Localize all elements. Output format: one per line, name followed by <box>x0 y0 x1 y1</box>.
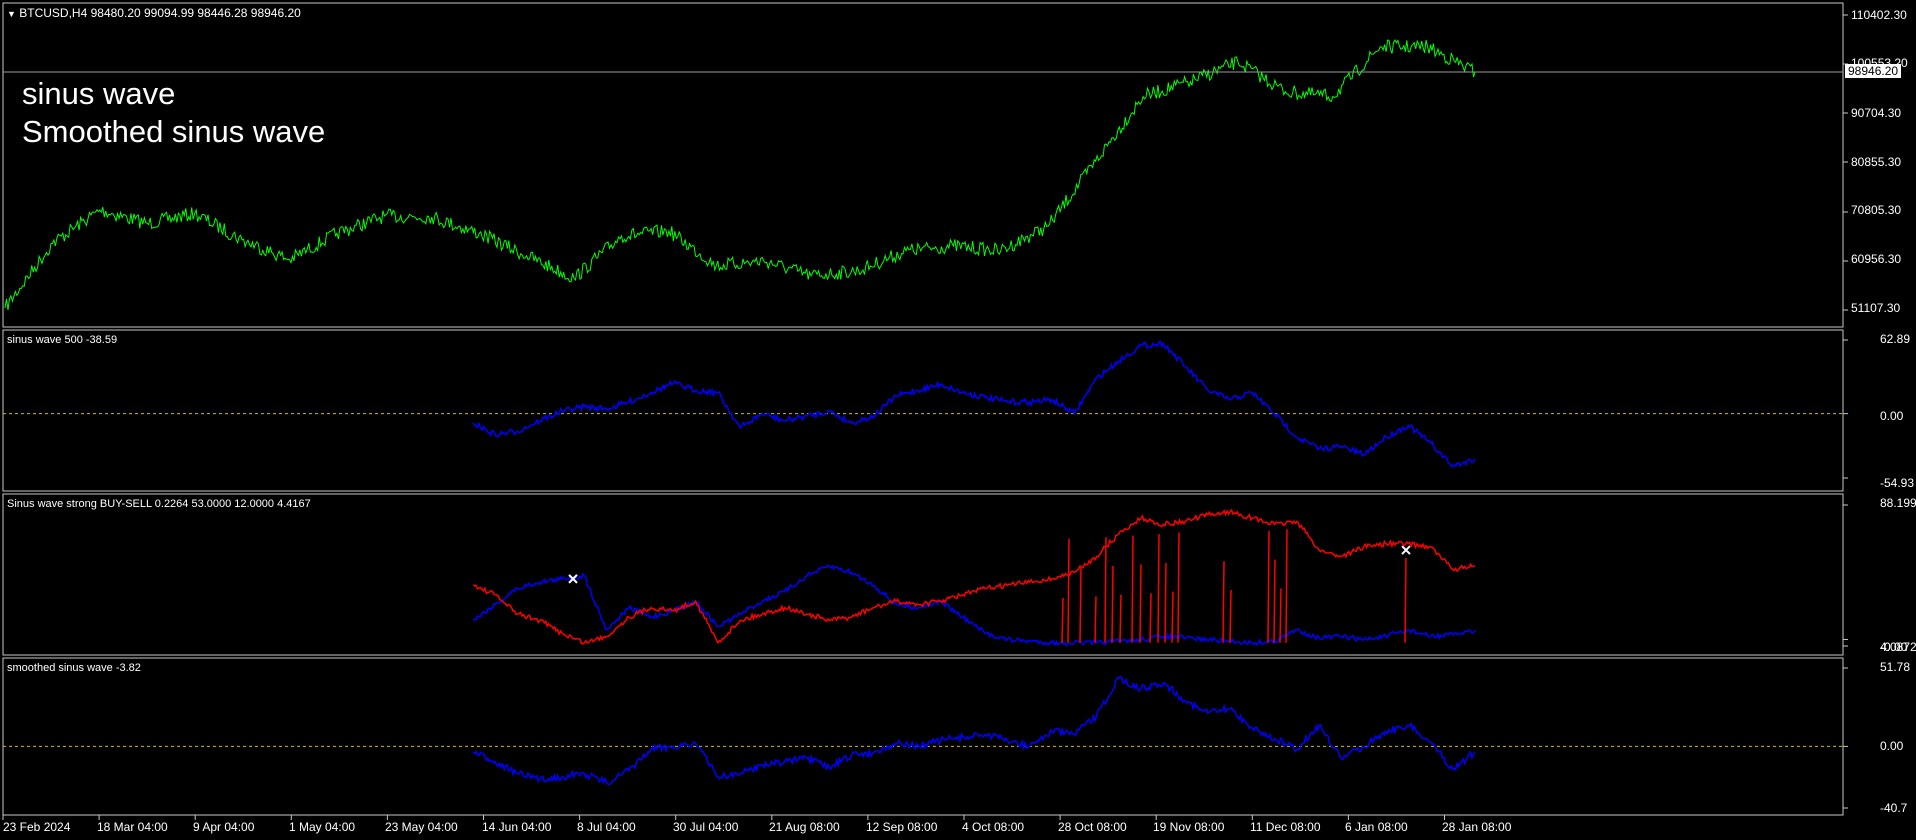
time-label: 9 Apr 04:00 <box>193 820 255 834</box>
time-label: 14 Jun 04:00 <box>482 820 552 834</box>
time-label: 11 Dec 08:00 <box>1250 820 1321 834</box>
time-label: 1 May 04:00 <box>289 820 356 834</box>
price-tick: 51107.30 <box>1851 301 1901 315</box>
symbol-line: BTCUSD,H4 98480.20 99094.99 98446.28 989… <box>19 6 301 20</box>
dropdown-arrow-icon[interactable]: ▼ <box>7 9 16 19</box>
pane-title-buy-sell: Sinus wave strong BUY-SELL 0.2264 53.000… <box>7 498 311 510</box>
red-spike <box>1164 562 1167 643</box>
price-tick: 70805.30 <box>1851 203 1902 217</box>
pane-title-sinus-wave: sinus wave 500 -38.59 <box>7 334 118 346</box>
indicator-line-2-0 <box>472 564 1476 647</box>
red-spike <box>1171 591 1174 643</box>
scale-tick: 0.00 <box>1880 409 1904 423</box>
red-spike <box>1267 530 1270 643</box>
price-tick: 90704.30 <box>1851 106 1902 120</box>
pane-title-smoothed: smoothed sinus wave -3.82 <box>7 662 141 674</box>
indicator-line-1-0 <box>472 340 1476 468</box>
time-label: 28 Oct 08:00 <box>1058 820 1127 834</box>
pane-frame-2 <box>2 493 1844 656</box>
chart-window: ▼ BTCUSD,H4 98480.20 99094.99 98446.28 9… <box>0 0 1916 840</box>
signal-marker-x <box>1401 545 1411 555</box>
overlay-label-smoothed: Smoothed sinus wave <box>22 114 326 149</box>
time-label: 23 May 04:00 <box>385 820 458 834</box>
price-tick: 60956.30 <box>1851 252 1902 266</box>
red-spike <box>1222 561 1225 643</box>
red-spike <box>1229 590 1232 643</box>
red-spike <box>1111 566 1114 643</box>
scale-tick: 51.78 <box>1880 660 1911 674</box>
red-spike <box>1149 593 1152 643</box>
red-spike <box>1079 567 1082 643</box>
red-spike <box>1094 596 1097 643</box>
indicator-line-3-0 <box>472 675 1476 786</box>
time-label: 8 Jul 04:00 <box>577 820 636 834</box>
overlay-label-sinus-wave: sinus wave <box>22 76 176 111</box>
red-spike <box>1061 598 1064 643</box>
scale-tick: -40.7 <box>1880 801 1908 815</box>
pane-frame-3 <box>2 657 1844 816</box>
current-price-box: 98946.20 <box>1845 64 1902 78</box>
red-spike <box>1119 594 1122 643</box>
red-spike <box>1067 538 1070 643</box>
time-label: 4 Oct 08:00 <box>962 820 1025 834</box>
red-spike <box>1285 529 1288 643</box>
pane-frame-1 <box>2 329 1844 492</box>
red-spike <box>1139 564 1142 643</box>
time-label: 23 Feb 2024 <box>3 820 71 834</box>
time-label: 30 Jul 04:00 <box>673 820 739 834</box>
price-series-line <box>4 38 1476 310</box>
time-label: 12 Sep 08:00 <box>866 820 938 834</box>
red-spike <box>1404 558 1407 643</box>
price-tick: 80855.30 <box>1851 155 1902 169</box>
time-label: 18 Mar 04:00 <box>97 820 168 834</box>
scale-tick: 0.00 <box>1880 739 1904 753</box>
red-spike <box>1273 559 1276 643</box>
red-spike <box>1279 588 1282 643</box>
scale-tick: 88.1994 <box>1880 496 1916 510</box>
scale-tick: -0.00 <box>1880 640 1908 654</box>
red-spike <box>1177 532 1180 643</box>
time-label: 19 Nov 08:00 <box>1153 820 1225 834</box>
time-label: 6 Jan 08:00 <box>1345 820 1408 834</box>
symbol-header: ▼ BTCUSD,H4 98480.20 99094.99 98446.28 9… <box>7 6 301 20</box>
scale-tick: 62.89 <box>1880 332 1911 346</box>
time-label: 21 Aug 08:00 <box>769 820 840 834</box>
pane-frame-0 <box>2 2 1844 328</box>
scale-tick: -54.93 <box>1880 476 1915 490</box>
time-label: 28 Jan 08:00 <box>1442 820 1512 834</box>
indicator-line-2-1 <box>472 508 1475 645</box>
red-spike <box>1131 535 1134 643</box>
red-spike <box>1157 534 1160 643</box>
red-spike <box>1104 537 1107 643</box>
price-tick: 110402.30 <box>1851 8 1907 22</box>
